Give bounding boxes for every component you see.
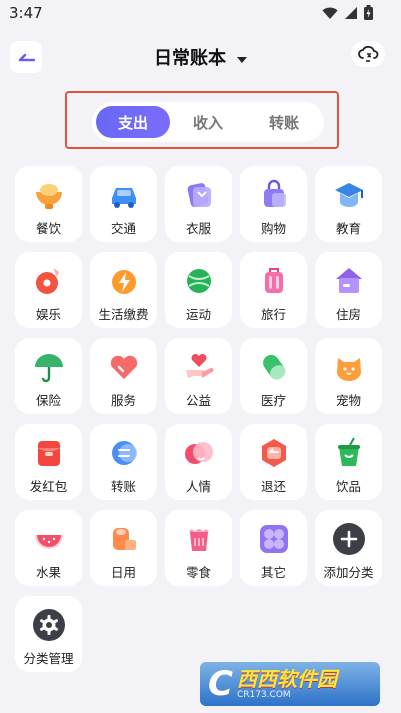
gift-circle-icon — [185, 442, 213, 464]
manage-categories-button[interactable]: 分类管理 — [15, 596, 82, 672]
bowl-icon — [36, 184, 62, 209]
lightning-icon — [112, 270, 136, 294]
category-red-envelope[interactable]: 发红包 — [15, 424, 82, 500]
status-icons — [322, 5, 373, 20]
category-utilities[interactable]: 生活缴费 — [90, 252, 157, 328]
add-category-button[interactable]: 添加分类 — [315, 510, 382, 586]
category-drinks[interactable]: 饮品 — [315, 424, 382, 500]
drink-cup-icon — [338, 437, 360, 466]
tab-transfer[interactable]: 转账 — [247, 106, 321, 138]
umbrella-icon — [35, 354, 63, 383]
category-transfer[interactable]: 转账 — [90, 424, 157, 500]
category-clothes[interactable]: 衣服 — [165, 166, 232, 242]
category-housing[interactable]: 住房 — [315, 252, 382, 328]
category-pet[interactable]: 宠物 — [315, 338, 382, 414]
category-transport[interactable]: 交通 — [90, 166, 157, 242]
cloud-sync-icon — [358, 45, 379, 62]
category-other[interactable]: 其它 — [240, 510, 307, 586]
watermark-letter: C — [208, 664, 233, 704]
category-label: 住房 — [335, 307, 361, 322]
category-label: 其它 — [260, 565, 286, 580]
category-entertainment[interactable]: 娱乐 — [15, 252, 82, 328]
tab-expense[interactable]: 支出 — [96, 106, 170, 138]
category-label: 交通 — [110, 221, 136, 236]
category-label: 水果 — [35, 565, 61, 580]
category-label: 分类管理 — [23, 651, 74, 666]
graduation-cap-icon — [335, 183, 363, 207]
category-charity[interactable]: 公益 — [165, 338, 232, 414]
status-bar: 3:47 — [0, 0, 401, 26]
category-label: 娱乐 — [35, 307, 61, 322]
category-fruit[interactable]: 水果 — [15, 510, 82, 586]
category-label: 旅行 — [260, 307, 286, 322]
tissue-roll-icon — [113, 528, 136, 550]
category-label: 衣服 — [185, 221, 211, 236]
category-shopping[interactable]: 购物 — [240, 166, 307, 242]
plus-circle-icon — [333, 523, 365, 555]
category-label: 日用 — [110, 565, 136, 580]
category-snacks[interactable]: 零食 — [165, 510, 232, 586]
category-dining[interactable]: 餐饮 — [15, 166, 82, 242]
transfer-icon — [112, 441, 137, 465]
title-dropdown[interactable]: 日常账本 — [0, 44, 401, 70]
ball-icon — [187, 269, 211, 293]
gear-icon — [33, 609, 65, 641]
category-label: 宠物 — [335, 393, 361, 408]
category-label: 零食 — [185, 565, 211, 580]
caret-down-icon — [237, 56, 248, 63]
pill-icon — [263, 354, 286, 380]
hand-heart-icon — [186, 353, 214, 378]
signal-icon — [345, 6, 357, 19]
category-travel[interactable]: 旅行 — [240, 252, 307, 328]
category-label: 公益 — [185, 393, 211, 408]
type-tabs: 支出 收入 转账 — [92, 102, 324, 142]
page-title: 日常账本 — [153, 48, 226, 69]
category-label: 退还 — [260, 479, 286, 494]
category-label: 餐饮 — [35, 221, 61, 236]
suitcase-icon — [265, 268, 283, 293]
category-education[interactable]: 教育 — [315, 166, 382, 242]
category-label: 发红包 — [29, 479, 68, 494]
category-sports[interactable]: 运动 — [165, 252, 232, 328]
battery-icon — [364, 5, 373, 20]
grid-flower-icon — [260, 525, 288, 553]
category-service[interactable]: 服务 — [90, 338, 157, 414]
category-label: 购物 — [260, 221, 286, 236]
house-icon — [336, 268, 362, 293]
category-label: 运动 — [185, 307, 211, 322]
category-label: 人情 — [185, 479, 211, 494]
watermark-text: 西西软件园 — [236, 666, 337, 691]
snack-icon — [189, 529, 209, 551]
refund-icon — [262, 439, 286, 467]
clothes-icon — [187, 183, 211, 207]
music-disc-icon — [36, 268, 59, 294]
category-medical[interactable]: 医疗 — [240, 338, 307, 414]
category-label: 教育 — [335, 221, 361, 236]
red-envelope-icon — [38, 441, 60, 466]
shopping-bag-icon — [264, 179, 286, 207]
watermark-subtext: CR173.COM — [236, 689, 291, 700]
heart-icon — [110, 355, 138, 379]
category-label: 转账 — [110, 479, 136, 494]
status-time: 3:47 — [9, 4, 43, 22]
category-refund[interactable]: 退还 — [240, 424, 307, 500]
category-label: 医疗 — [260, 393, 286, 408]
category-insurance[interactable]: 保险 — [15, 338, 82, 414]
category-label: 保险 — [35, 393, 61, 408]
cloud-sync-button[interactable] — [351, 41, 385, 67]
watermelon-icon — [35, 535, 63, 549]
category-label: 生活缴费 — [98, 307, 149, 322]
category-label: 饮品 — [335, 479, 361, 494]
category-label: 服务 — [110, 393, 136, 408]
watermark-logo: C 西西软件园 CR173.COM — [200, 662, 380, 706]
category-daily-use[interactable]: 日用 — [90, 510, 157, 586]
tab-income[interactable]: 收入 — [171, 106, 245, 138]
category-label: 添加分类 — [323, 565, 374, 580]
car-icon — [112, 188, 136, 208]
wifi-icon — [322, 7, 338, 19]
category-gifts[interactable]: 人情 — [165, 424, 232, 500]
pet-icon — [337, 358, 361, 381]
